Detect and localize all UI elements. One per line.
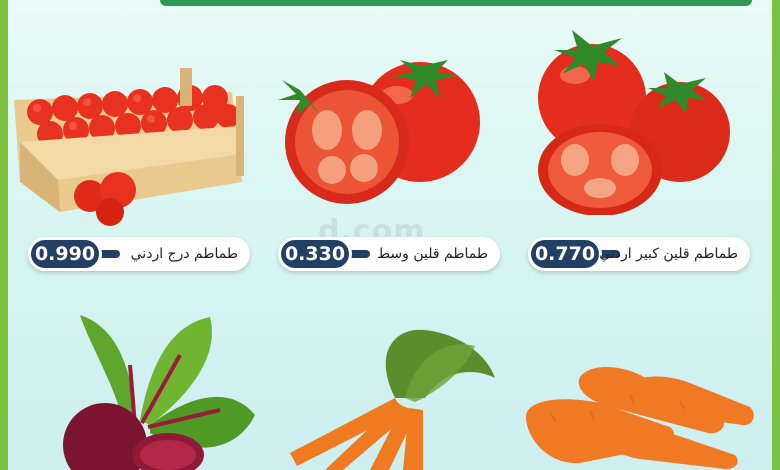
tomato-crate-image xyxy=(14,68,244,226)
price-tag-tomato-medium: 0.330 طماطم قلين وسط xyxy=(278,237,500,271)
header-banner-edge xyxy=(160,0,752,6)
price-value: 0.330 xyxy=(278,237,352,271)
price-value: 0.770 xyxy=(528,237,602,271)
price-tag-tomato-crate: 0.990 طماطم درج اردني xyxy=(28,237,250,271)
price-value: 0.990 xyxy=(28,237,102,271)
carrots-image xyxy=(526,367,754,470)
tomatoes-whole-and-half-image xyxy=(538,30,730,215)
right-border xyxy=(772,0,780,470)
price-tag-tomato-large: 0.770 طماطم قلين كبير اردني xyxy=(528,237,750,271)
beetroot-image xyxy=(63,315,255,470)
product-name: طماطم قلين كبير اردني xyxy=(599,246,738,262)
tomato-half-image xyxy=(278,60,480,204)
carrot-bunch-image xyxy=(290,329,495,470)
product-name: طماطم درج اردني xyxy=(130,246,238,262)
product-name: طماطم قلين وسط xyxy=(377,246,488,262)
left-border xyxy=(0,0,8,470)
